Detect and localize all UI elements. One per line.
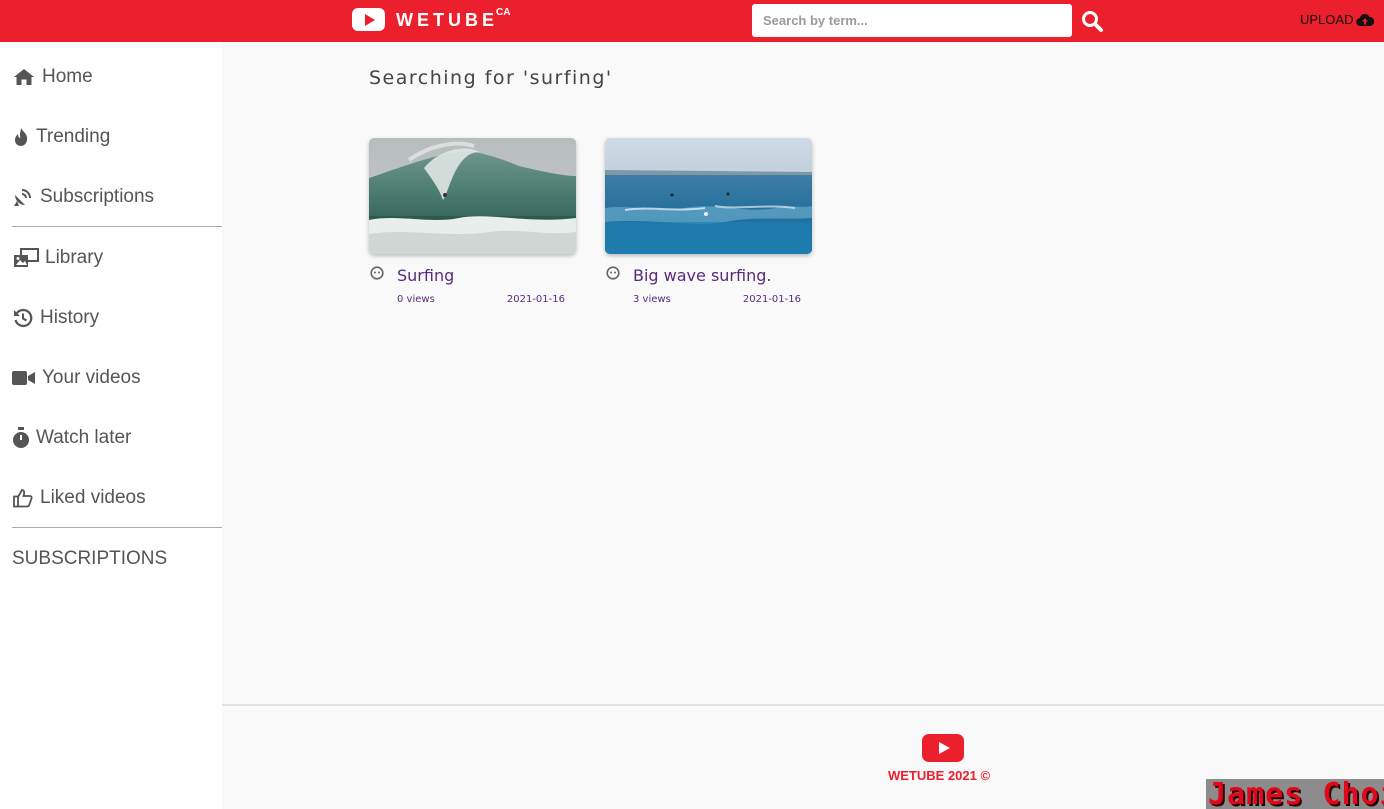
video-card[interactable]: Big wave surfing. 3 views 2021-01-16 [605,138,812,314]
footer-divider [222,704,1384,706]
sidebar-item-trending[interactable]: Trending [12,122,110,152]
thumbs-up-icon [12,487,34,509]
home-icon [12,66,36,88]
cloud-upload-icon [1356,13,1375,26]
video-thumbnail[interactable] [605,138,812,254]
sidebar-item-label: Your videos [42,367,141,388]
sidebar-divider [12,226,222,227]
logo[interactable]: WETUBE CA [352,7,511,32]
video-thumbnail[interactable] [369,138,576,254]
video-views: 0 views [397,294,435,305]
sidebar-item-home[interactable]: Home [12,62,93,92]
channel-avatar-icon[interactable] [606,266,620,280]
footer-play-logo-icon [922,734,964,762]
stopwatch-icon [12,427,30,449]
logo-text: WETUBE [396,10,498,30]
sidebar-item-label: Watch later [36,427,132,448]
history-icon [12,307,34,329]
satellite-dish-icon [12,186,34,208]
sidebar-item-label: History [40,307,100,328]
sidebar-item-liked-videos[interactable]: Liked videos [12,483,146,513]
photo-video-icon [12,247,39,269]
logo-region: CA [496,7,511,18]
sidebar-item-watch-later[interactable]: Watch later [12,423,131,453]
search-results-heading: Searching for 'surfing' [369,67,613,89]
video-card[interactable]: Surfing 0 views 2021-01-16 [369,138,576,314]
sidebar-item-library[interactable]: Library [12,243,103,273]
video-date: 2021-01-16 [506,294,565,305]
sidebar-item-label: Trending [36,126,111,147]
video-date: 2021-01-16 [742,294,801,305]
search-icon [1082,11,1103,32]
sidebar-item-label: Home [42,66,93,87]
video-title[interactable]: Big wave surfing. [633,266,771,285]
sidebar-item-subscriptions[interactable]: Subscriptions [12,182,154,212]
upload-button[interactable]: UPLOAD [1300,12,1375,27]
video-views: 3 views [633,294,671,305]
footer-copyright: WETUBE 2021 © [888,768,991,783]
video-title[interactable]: Surfing [397,266,454,285]
signature-text: James Choi [1208,779,1384,809]
fire-icon [12,126,30,148]
sidebar-divider [12,527,222,528]
search-input[interactable] [752,4,1072,37]
sidebar-item-label: Subscriptions [40,186,155,207]
search-button[interactable] [1080,9,1104,33]
sidebar-item-label: Liked videos [40,487,146,508]
subscriptions-heading: SUBSCRIPTIONS [12,548,168,569]
video-camera-icon [12,367,36,389]
sidebar: Home Trending Subscriptions Library Hist… [0,42,222,809]
upload-label: UPLOAD [1300,12,1354,27]
author-signature: James Choi [1206,779,1384,809]
sidebar-item-your-videos[interactable]: Your videos [12,363,141,393]
play-logo-icon [352,8,385,31]
sidebar-item-history[interactable]: History [12,303,99,333]
channel-avatar-icon[interactable] [370,266,384,280]
sidebar-item-label: Library [45,247,104,268]
top-bar: WETUBE CA UPLOAD [0,0,1384,42]
